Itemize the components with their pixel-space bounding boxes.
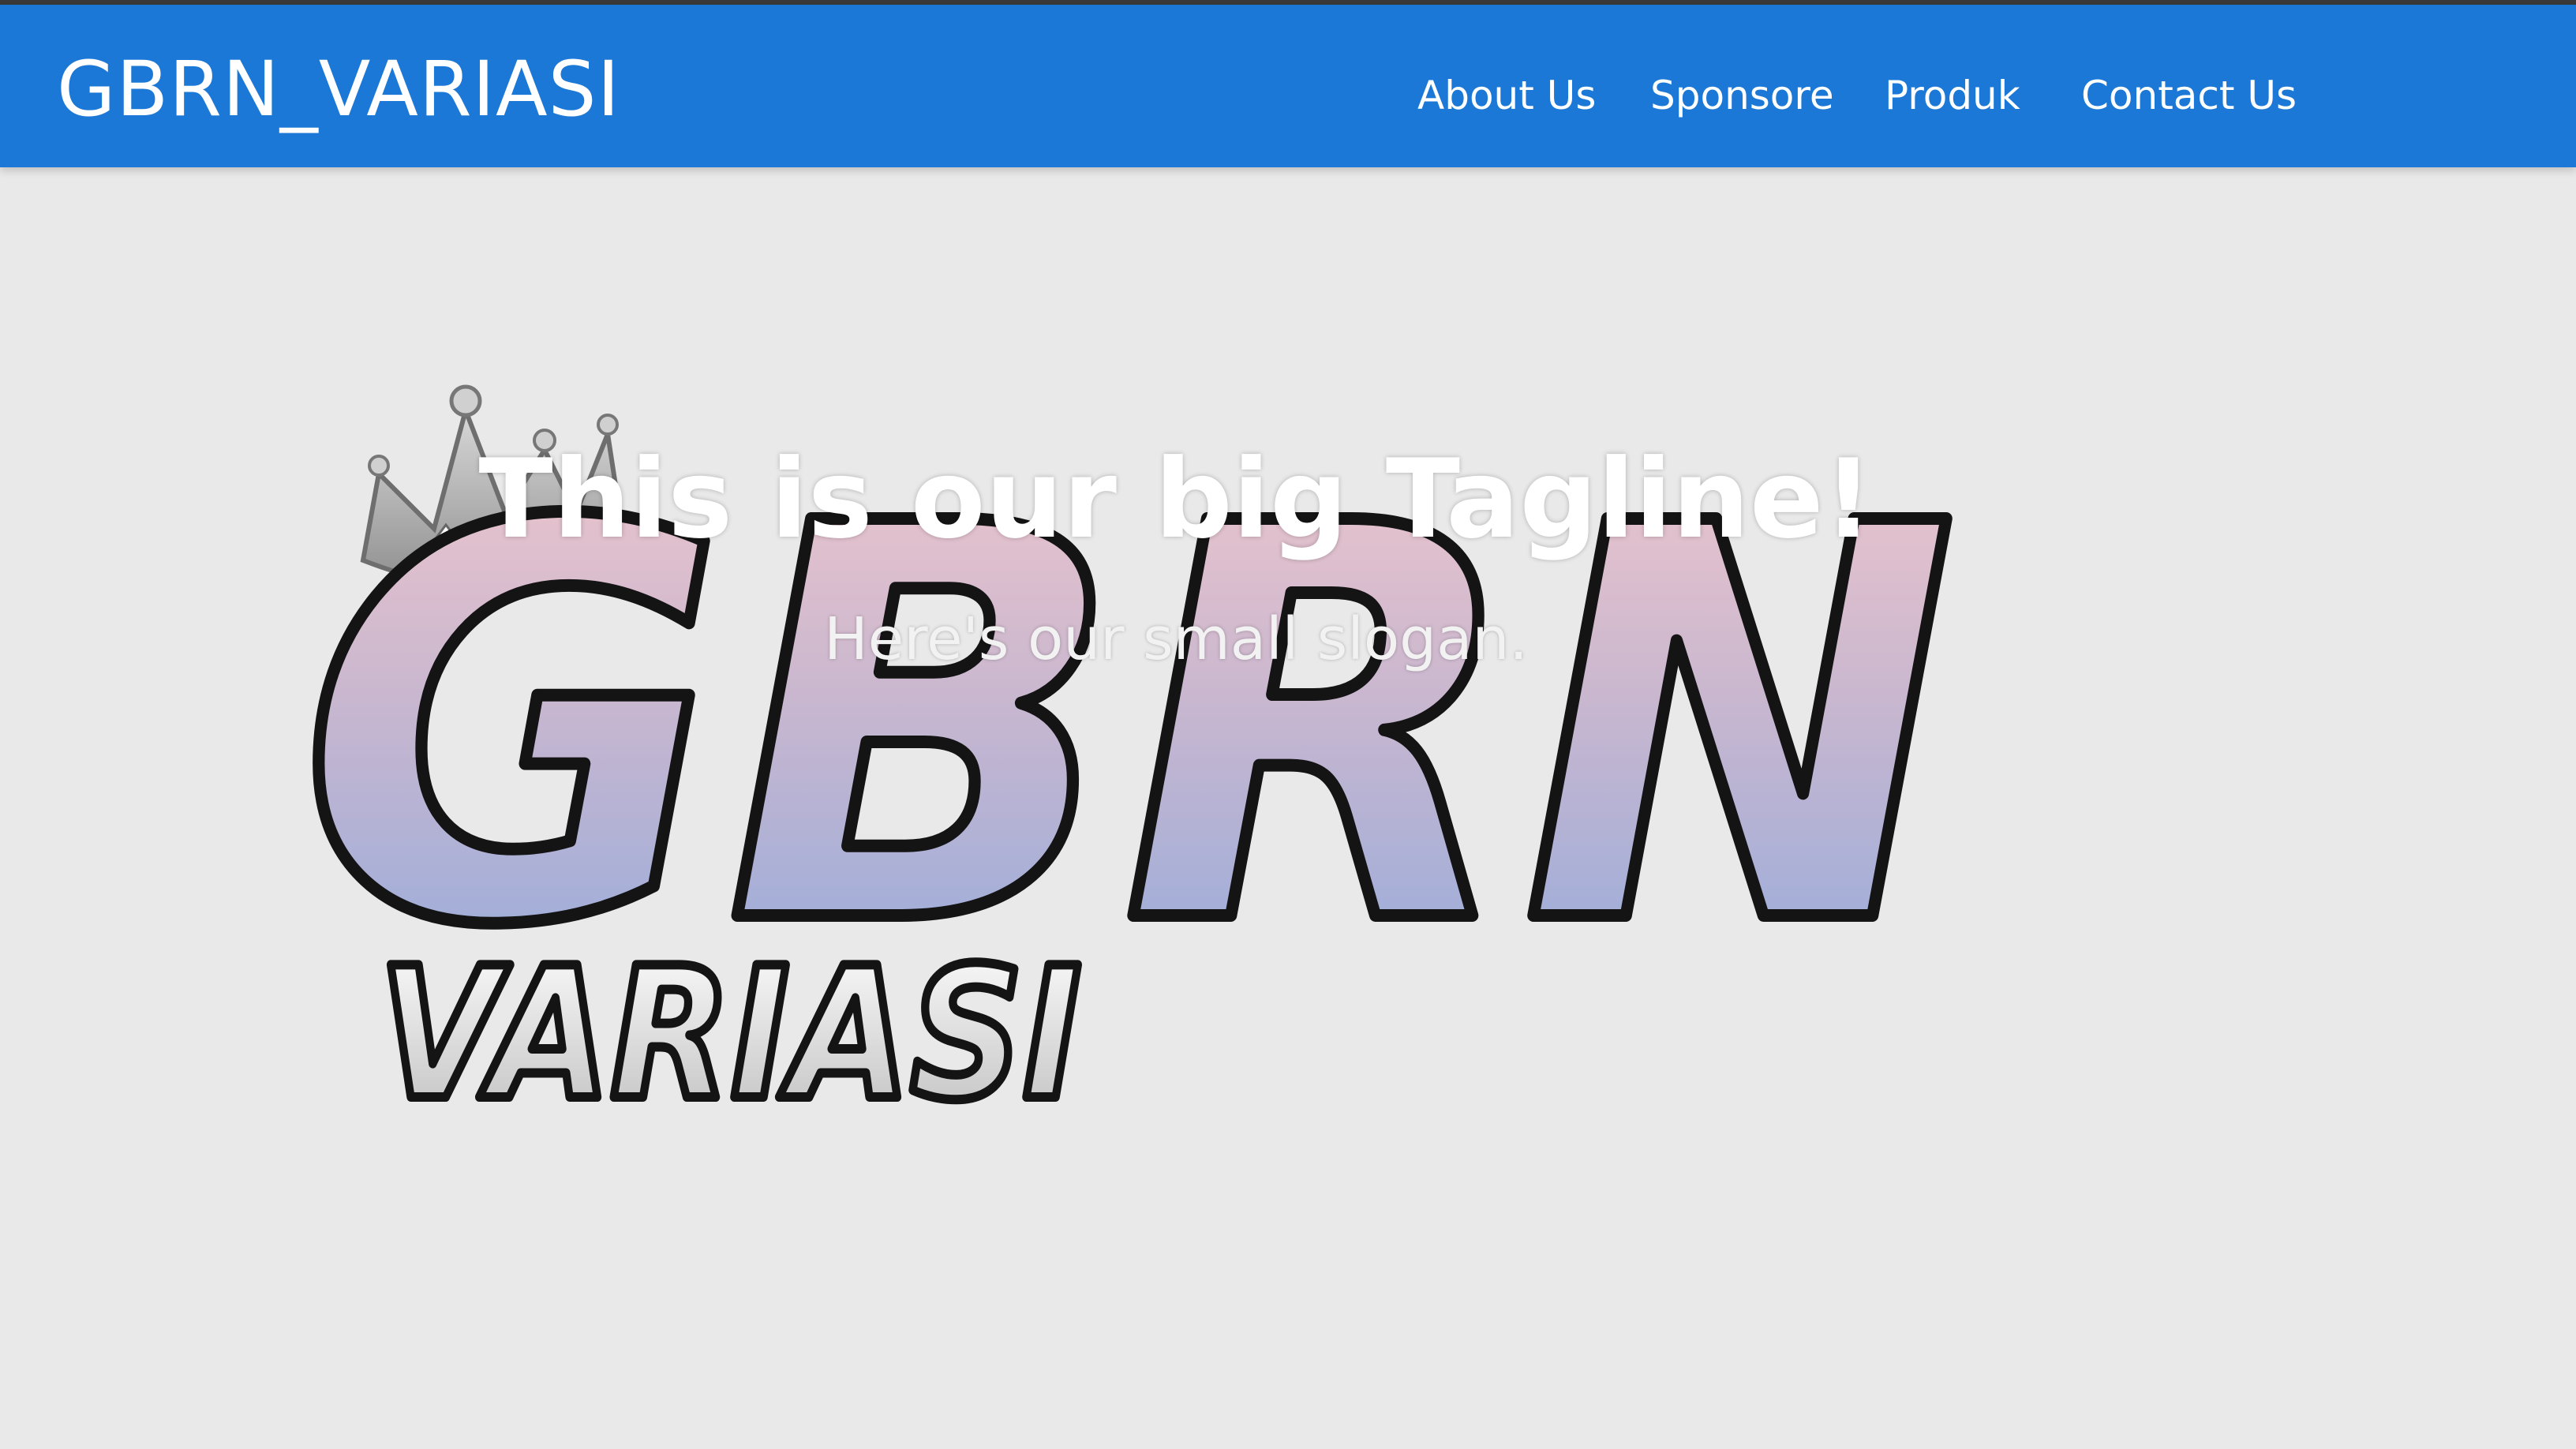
nav-menu: About Us Sponsore Produk Contact Us (0, 68, 2576, 123)
logo-sub-text: VARIASI (379, 930, 1081, 1136)
hero-tagline: This is our big Tagline! (478, 436, 1874, 563)
nav-link-about-us[interactable]: About Us (1417, 68, 1596, 123)
nav-link-sponsore[interactable]: Sponsore (1650, 68, 1834, 123)
nav-link-produk[interactable]: Produk (1885, 68, 2020, 123)
navbar: GBRN_VARIASI About Us Sponsore Produk Co… (0, 5, 2576, 167)
hero-slogan: Here's our small slogan. (824, 605, 1528, 673)
nav-link-contact-us[interactable]: Contact Us (2081, 68, 2297, 123)
